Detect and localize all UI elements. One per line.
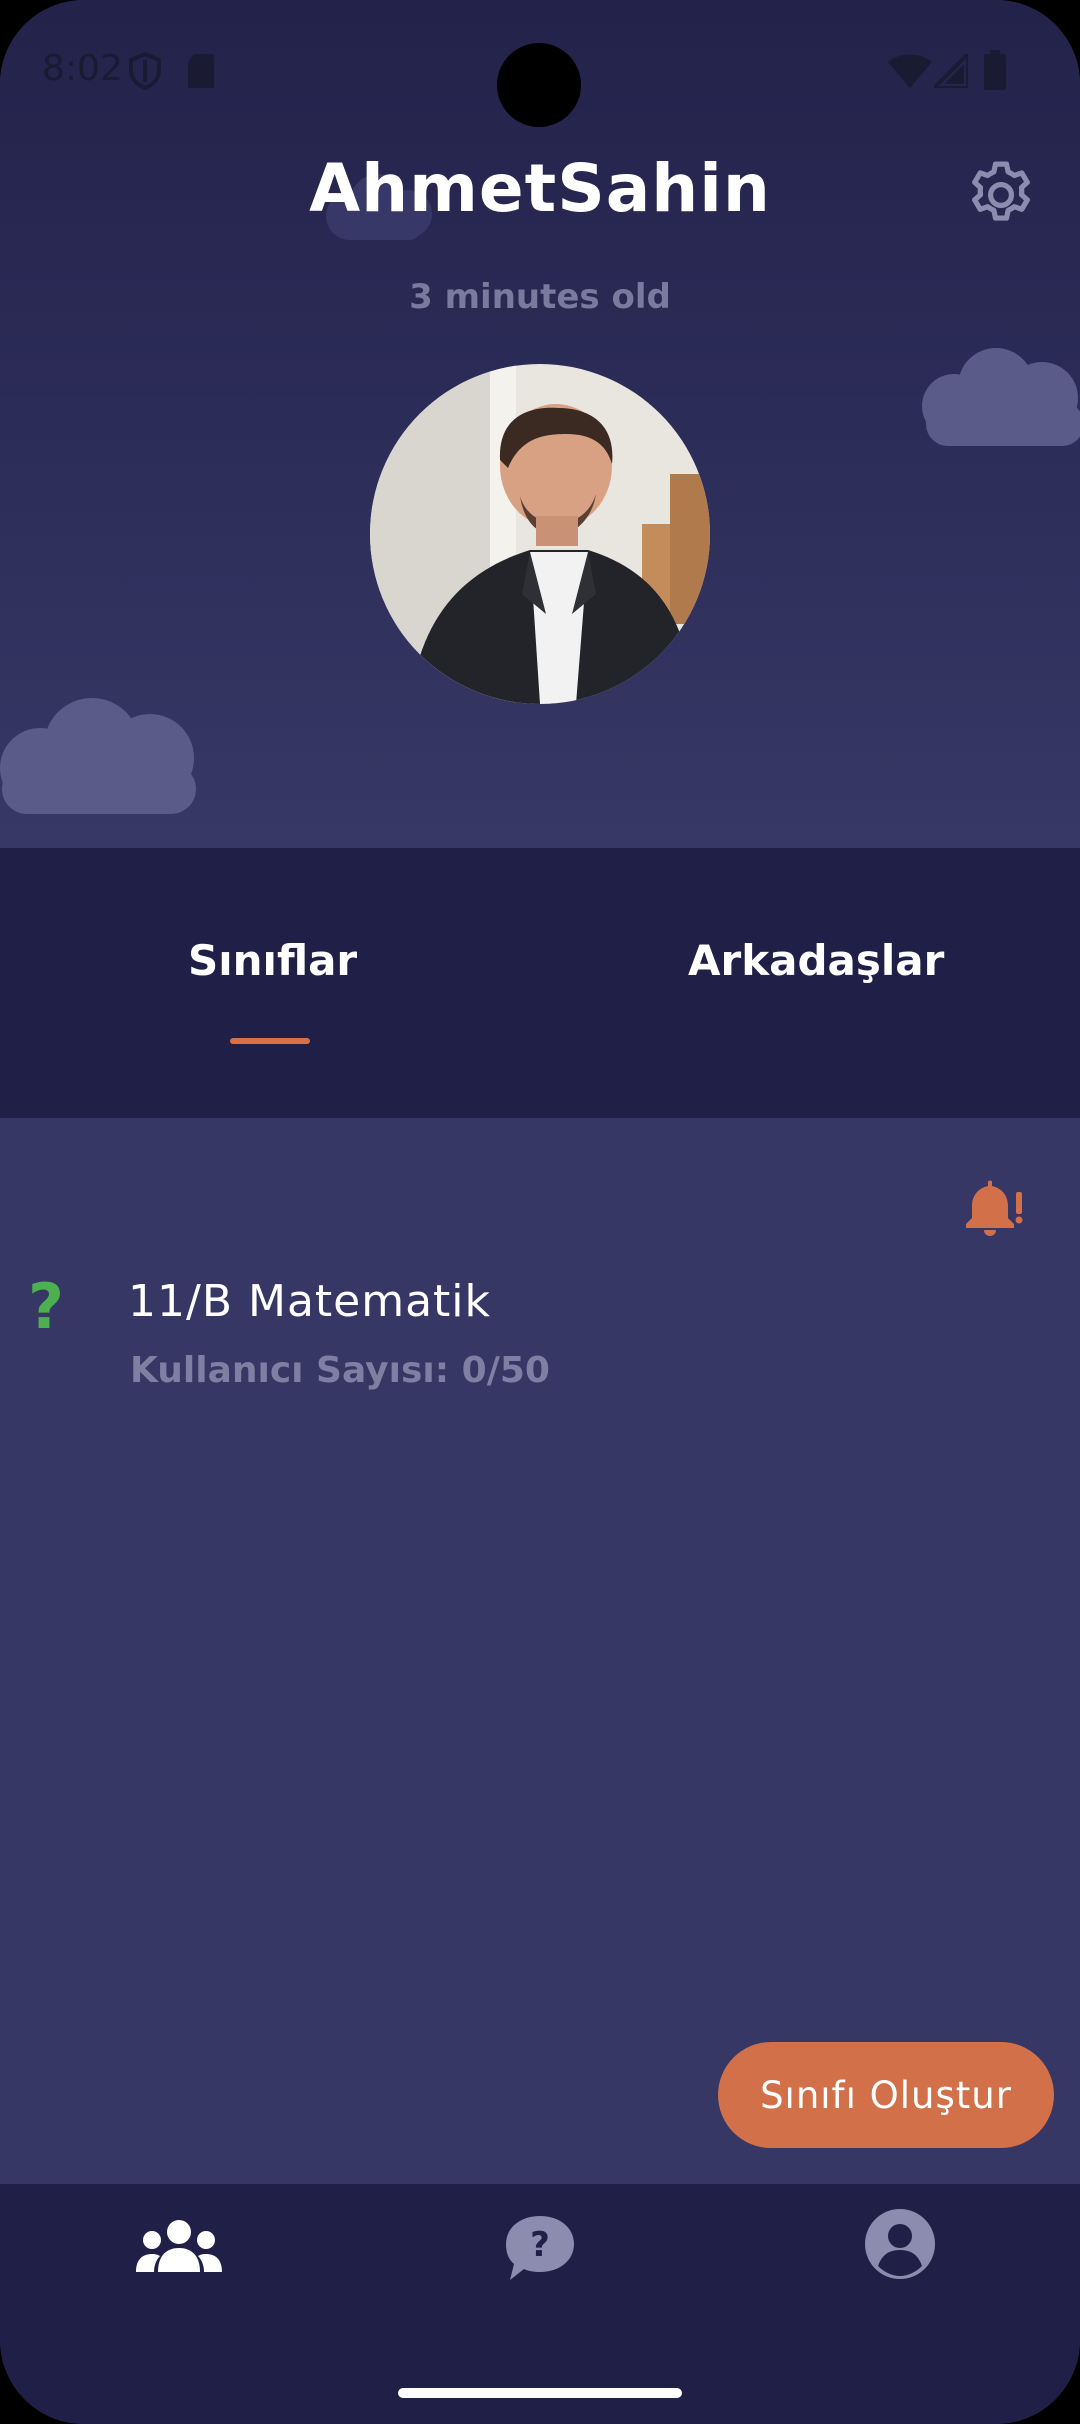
avatar-photo <box>370 364 710 704</box>
sd-card-icon <box>188 54 214 88</box>
group-icon[interactable] <box>136 2218 222 2274</box>
front-camera <box>497 43 581 127</box>
account-icon[interactable] <box>864 2208 936 2280</box>
app-screen: 8:02 AhmetSahin 3 minutes old Sınıflar A… <box>0 0 1080 2424</box>
gesture-home-bar[interactable] <box>398 2388 682 2398</box>
battery-icon <box>984 50 1006 90</box>
class-item-name[interactable]: 11/B Matematik <box>128 1276 491 1327</box>
svg-text:?: ? <box>530 2225 550 2265</box>
wifi-icon <box>888 54 932 88</box>
profile-avatar[interactable] <box>370 364 710 704</box>
tab-siniflar[interactable]: Sınıflar <box>188 936 357 985</box>
question-chat-icon[interactable]: ? <box>504 2214 576 2284</box>
status-time: 8:02 <box>42 48 123 89</box>
class-status-question-icon: ? <box>28 1270 64 1343</box>
class-item-user-count: Kullanıcı Sayısı: 0/50 <box>130 1350 550 1391</box>
tab-arkadaslar[interactable]: Arkadaşlar <box>688 936 944 985</box>
notification-bell-alert-icon[interactable] <box>962 1178 1024 1240</box>
cloud-decoration <box>0 698 196 814</box>
profile-username: AhmetSahin <box>309 150 771 227</box>
cloud-decoration <box>922 348 1080 446</box>
tab-selected-indicator <box>230 1038 310 1044</box>
create-class-button[interactable]: Sınıfı Oluştur <box>718 2042 1054 2148</box>
shield-icon <box>129 52 161 90</box>
profile-age-label: 3 minutes old <box>409 277 671 317</box>
settings-gear-icon[interactable] <box>962 156 1040 234</box>
signal-icon <box>934 54 968 88</box>
status-bar: 8:02 <box>0 0 1080 140</box>
